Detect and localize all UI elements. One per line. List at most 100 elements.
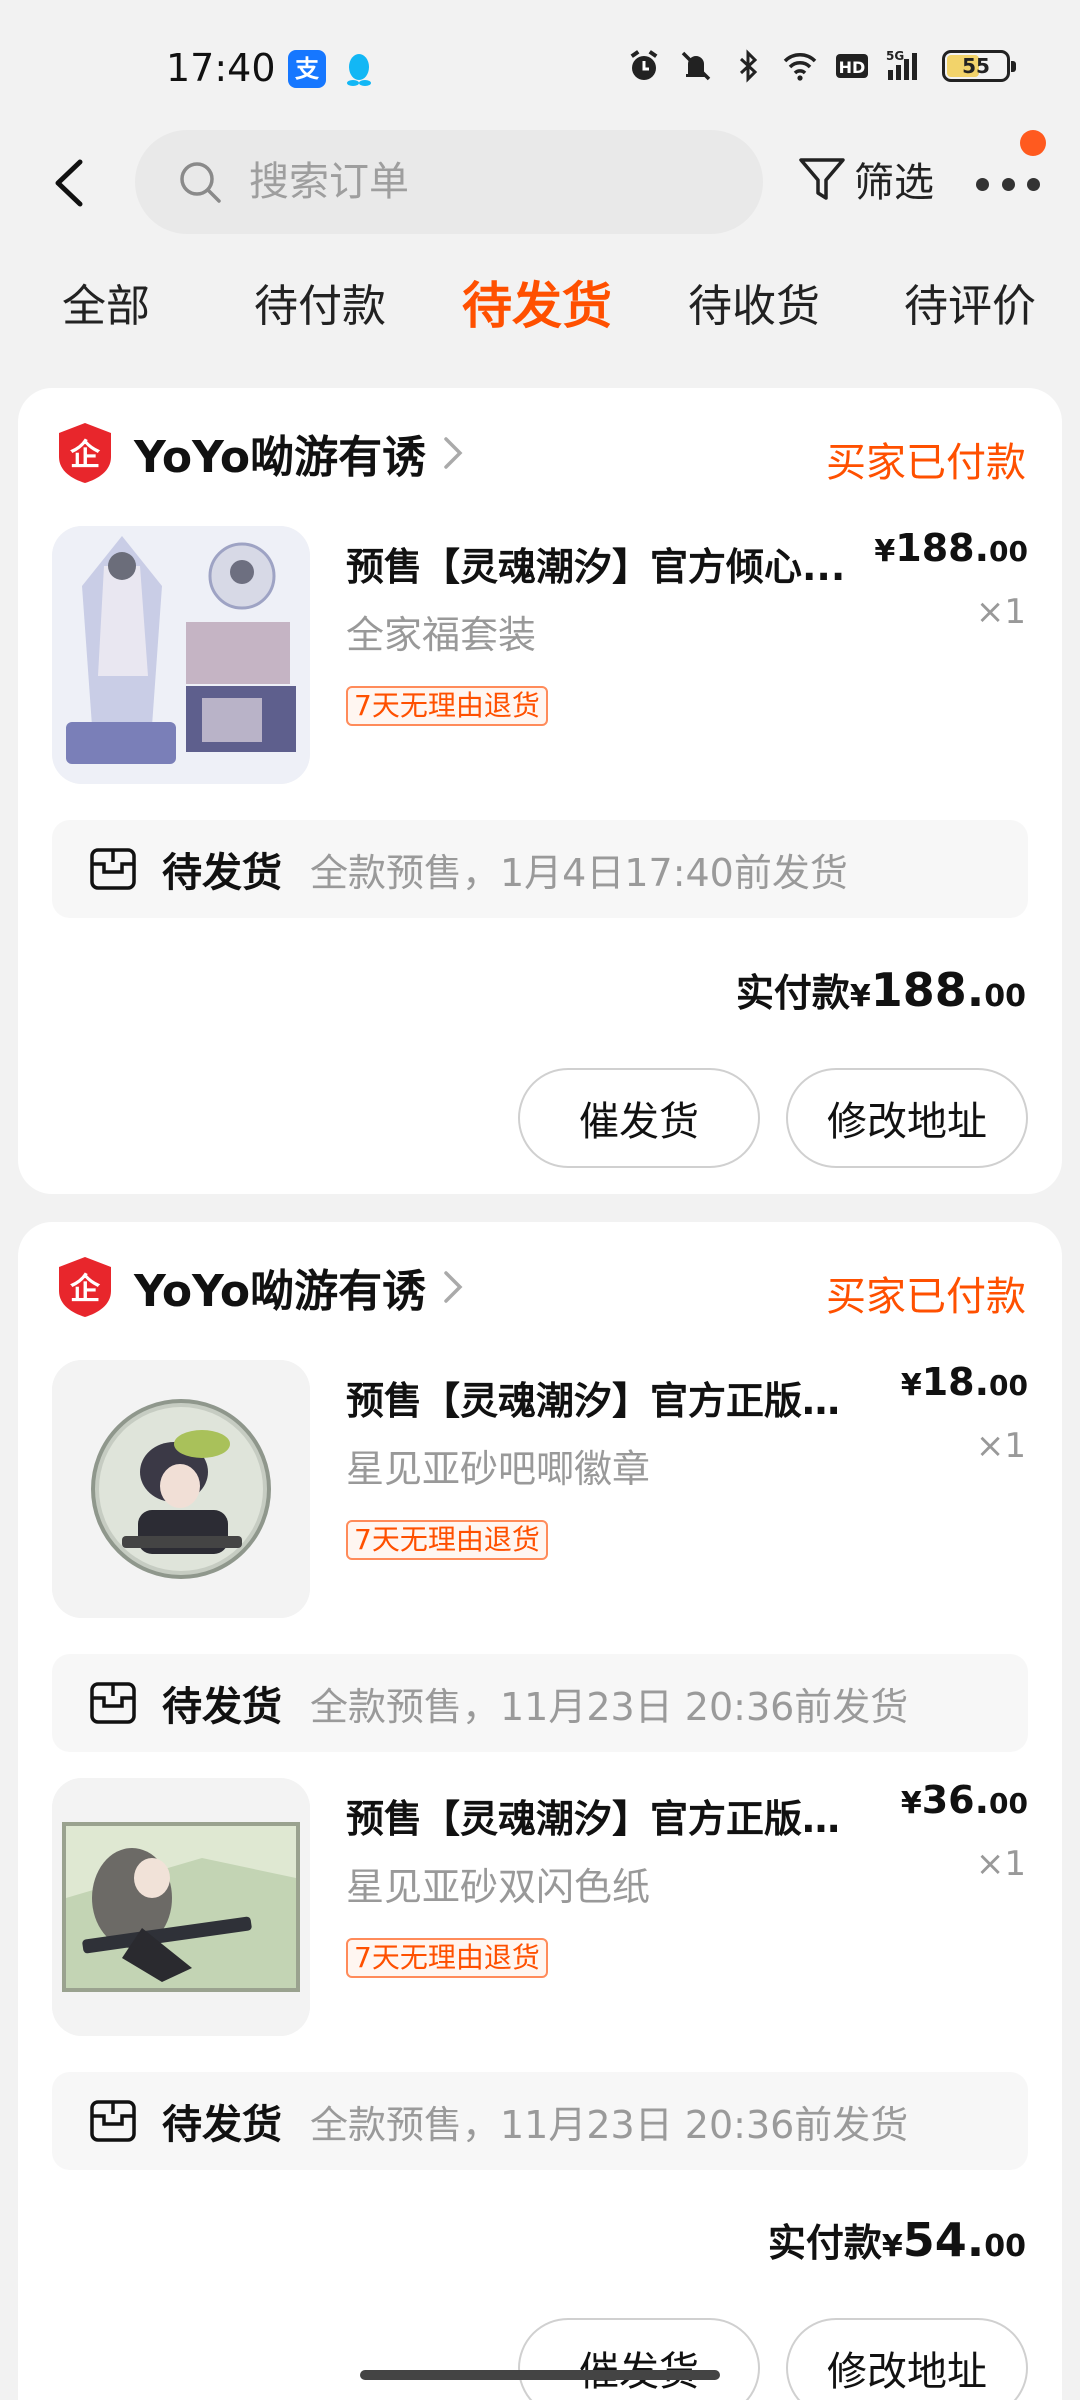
product-image (52, 526, 310, 784)
shipment-status-bar: 待发货 全款预售，1月4日17:40前发货 (52, 820, 1028, 918)
back-icon[interactable] (46, 156, 94, 210)
price-integer: 188. (895, 526, 990, 570)
item-spec: 星见亚砂双闪色纸 (346, 1865, 651, 1909)
search-bar[interactable] (135, 130, 763, 234)
hd-icon: HD (836, 54, 868, 78)
price-currency: ¥ (900, 1786, 922, 1821)
shop-name: YoYo呦游有诱 (134, 432, 427, 483)
filter-label: 筛选 (854, 160, 934, 206)
search-icon (180, 162, 221, 203)
bluetooth-icon (739, 49, 758, 83)
shipment-desc: 全款预售，1月4日17:40前发货 (310, 850, 848, 895)
product-image (52, 1360, 310, 1618)
tab-all[interactable]: 全部 (62, 270, 150, 334)
price-decimal: 00 (989, 535, 1028, 568)
item-price: ¥188.00 (874, 526, 1028, 570)
total-integer: 54. (902, 2213, 985, 2267)
price-decimal: 00 (989, 1787, 1028, 1820)
shipment-title: 待发货 (162, 850, 282, 896)
item-quantity: ×1 (975, 1844, 1026, 1884)
home-indicator[interactable] (360, 2370, 720, 2380)
svg-text:5G: 5G (886, 49, 904, 63)
price-decimal: 00 (989, 1369, 1028, 1402)
item-spec: 星见亚砂吧唧徽章 (346, 1447, 651, 1491)
modify-address-button[interactable]: 修改地址 (786, 1068, 1028, 1168)
total-currency: ¥ (881, 2229, 903, 2264)
filter-button[interactable]: 筛选 (796, 150, 934, 208)
package-icon (90, 2100, 136, 2142)
chevron-right-icon (444, 437, 463, 469)
more-dot-icon (976, 177, 989, 191)
order-status: 买家已付款 (826, 1274, 1026, 1320)
status-time: 17:40 (166, 46, 276, 90)
shop-badge-icon: 企 (59, 423, 111, 483)
notification-dot (1020, 130, 1046, 156)
order-item[interactable]: 预售【灵魂潮汐】官方正版角... 星见亚砂吧唧徽章 7天无理由退货 ¥18.00… (18, 1360, 1062, 1622)
order-item[interactable]: 预售【灵魂潮汐】官方倾心... 全家福套装 7天无理由退货 ¥188.00 ×1 (18, 526, 1062, 788)
filter-icon (799, 158, 845, 200)
total-integer: 188. (870, 963, 985, 1017)
order-item[interactable]: 预售【灵魂潮汐】官方正版游... 星见亚砂双闪色纸 7天无理由退货 ¥36.00… (18, 1778, 1062, 2040)
return-policy-badge: 7天无理由退货 (346, 1938, 548, 1978)
svg-text:企: 企 (70, 438, 101, 473)
total-decimal: 00 (984, 979, 1026, 1014)
wifi-icon (783, 53, 817, 81)
order-total: 实付款 ¥188. 00 (736, 962, 1026, 1017)
shipment-status-bar: 待发货 全款预售，11月23日 20:36前发货 (52, 2072, 1028, 2170)
more-options-button[interactable] (976, 164, 1040, 204)
item-price: ¥36.00 (901, 1778, 1028, 1822)
shop-name: YoYo呦游有诱 (134, 1266, 427, 1317)
order-card: 企 YoYo呦游有诱 买家已付款 预售【灵魂潮汐】官方正版角... 星见亚砂吧唧 (18, 1222, 1062, 2400)
qq-icon (340, 50, 378, 88)
price-currency: ¥ (874, 534, 896, 569)
item-price: ¥18.00 (901, 1360, 1028, 1404)
svg-text:企: 企 (70, 1272, 101, 1307)
shipment-title: 待发货 (162, 2102, 282, 2148)
item-title: 预售【灵魂潮汐】官方正版角... (346, 1379, 866, 1423)
total-label: 实付款 (735, 971, 850, 1015)
order-tabs: 全部 待付款 待发货 待收货 待评价 (0, 270, 1080, 360)
order-card: 企 YoYo呦游有诱 买家已付款 预售【灵魂潮汐】官方倾心... 全家福套装 7… (18, 388, 1062, 1194)
return-policy-badge: 7天无理由退货 (346, 1520, 548, 1560)
shipment-desc: 全款预售，11月23日 20:36前发货 (310, 1684, 909, 1729)
shop-header[interactable]: 企 YoYo呦游有诱 (56, 1252, 464, 1322)
order-total: 实付款 ¥54. 00 (768, 2212, 1026, 2267)
status-bar: 17:40 支 HD 5G 55 (0, 0, 1080, 120)
battery-icon: 55 (942, 50, 1016, 82)
total-currency: ¥ (849, 979, 871, 1014)
total-decimal: 00 (984, 2229, 1026, 2264)
price-integer: 36. (921, 1778, 990, 1822)
svg-text:HD: HD (839, 58, 866, 77)
item-quantity: ×1 (975, 592, 1026, 632)
5g-signal-icon: 5G (886, 49, 917, 80)
shipment-desc: 全款预售，11月23日 20:36前发货 (310, 2102, 909, 2147)
tab-pending-shipment[interactable]: 待发货 (462, 266, 612, 338)
item-title: 预售【灵魂潮汐】官方正版游... (346, 1797, 866, 1841)
tab-pending-receipt[interactable]: 待收货 (688, 270, 820, 334)
top-bar: 筛选 (0, 120, 1080, 240)
alipay-icon: 支 (288, 50, 326, 88)
tab-pending-review[interactable]: 待评价 (904, 270, 1036, 334)
order-status: 买家已付款 (826, 440, 1026, 486)
shop-header[interactable]: 企 YoYo呦游有诱 (56, 418, 464, 488)
status-icons: HD 5G 55 (626, 48, 1016, 84)
tab-pending-payment[interactable]: 待付款 (254, 270, 386, 334)
shop-badge-icon: 企 (59, 1257, 111, 1317)
product-image (52, 1778, 310, 2036)
urge-shipment-button[interactable]: 催发货 (518, 1068, 760, 1168)
modify-address-button[interactable]: 修改地址 (786, 2318, 1028, 2400)
return-policy-badge: 7天无理由退货 (346, 686, 548, 726)
battery-level: 55 (962, 54, 990, 78)
item-quantity: ×1 (975, 1426, 1026, 1466)
price-currency: ¥ (900, 1368, 922, 1403)
chevron-right-icon (444, 1271, 463, 1303)
total-label: 实付款 (767, 2221, 882, 2265)
shipment-title: 待发货 (162, 1684, 282, 1730)
package-icon (90, 848, 136, 890)
more-dot-icon (1001, 177, 1015, 191)
shipment-status-bar: 待发货 全款预售，11月23日 20:36前发货 (52, 1654, 1028, 1752)
item-title: 预售【灵魂潮汐】官方倾心... (346, 545, 846, 589)
urge-shipment-button[interactable]: 催发货 (518, 2318, 760, 2400)
package-icon (90, 1682, 136, 1724)
search-input[interactable] (249, 159, 649, 205)
